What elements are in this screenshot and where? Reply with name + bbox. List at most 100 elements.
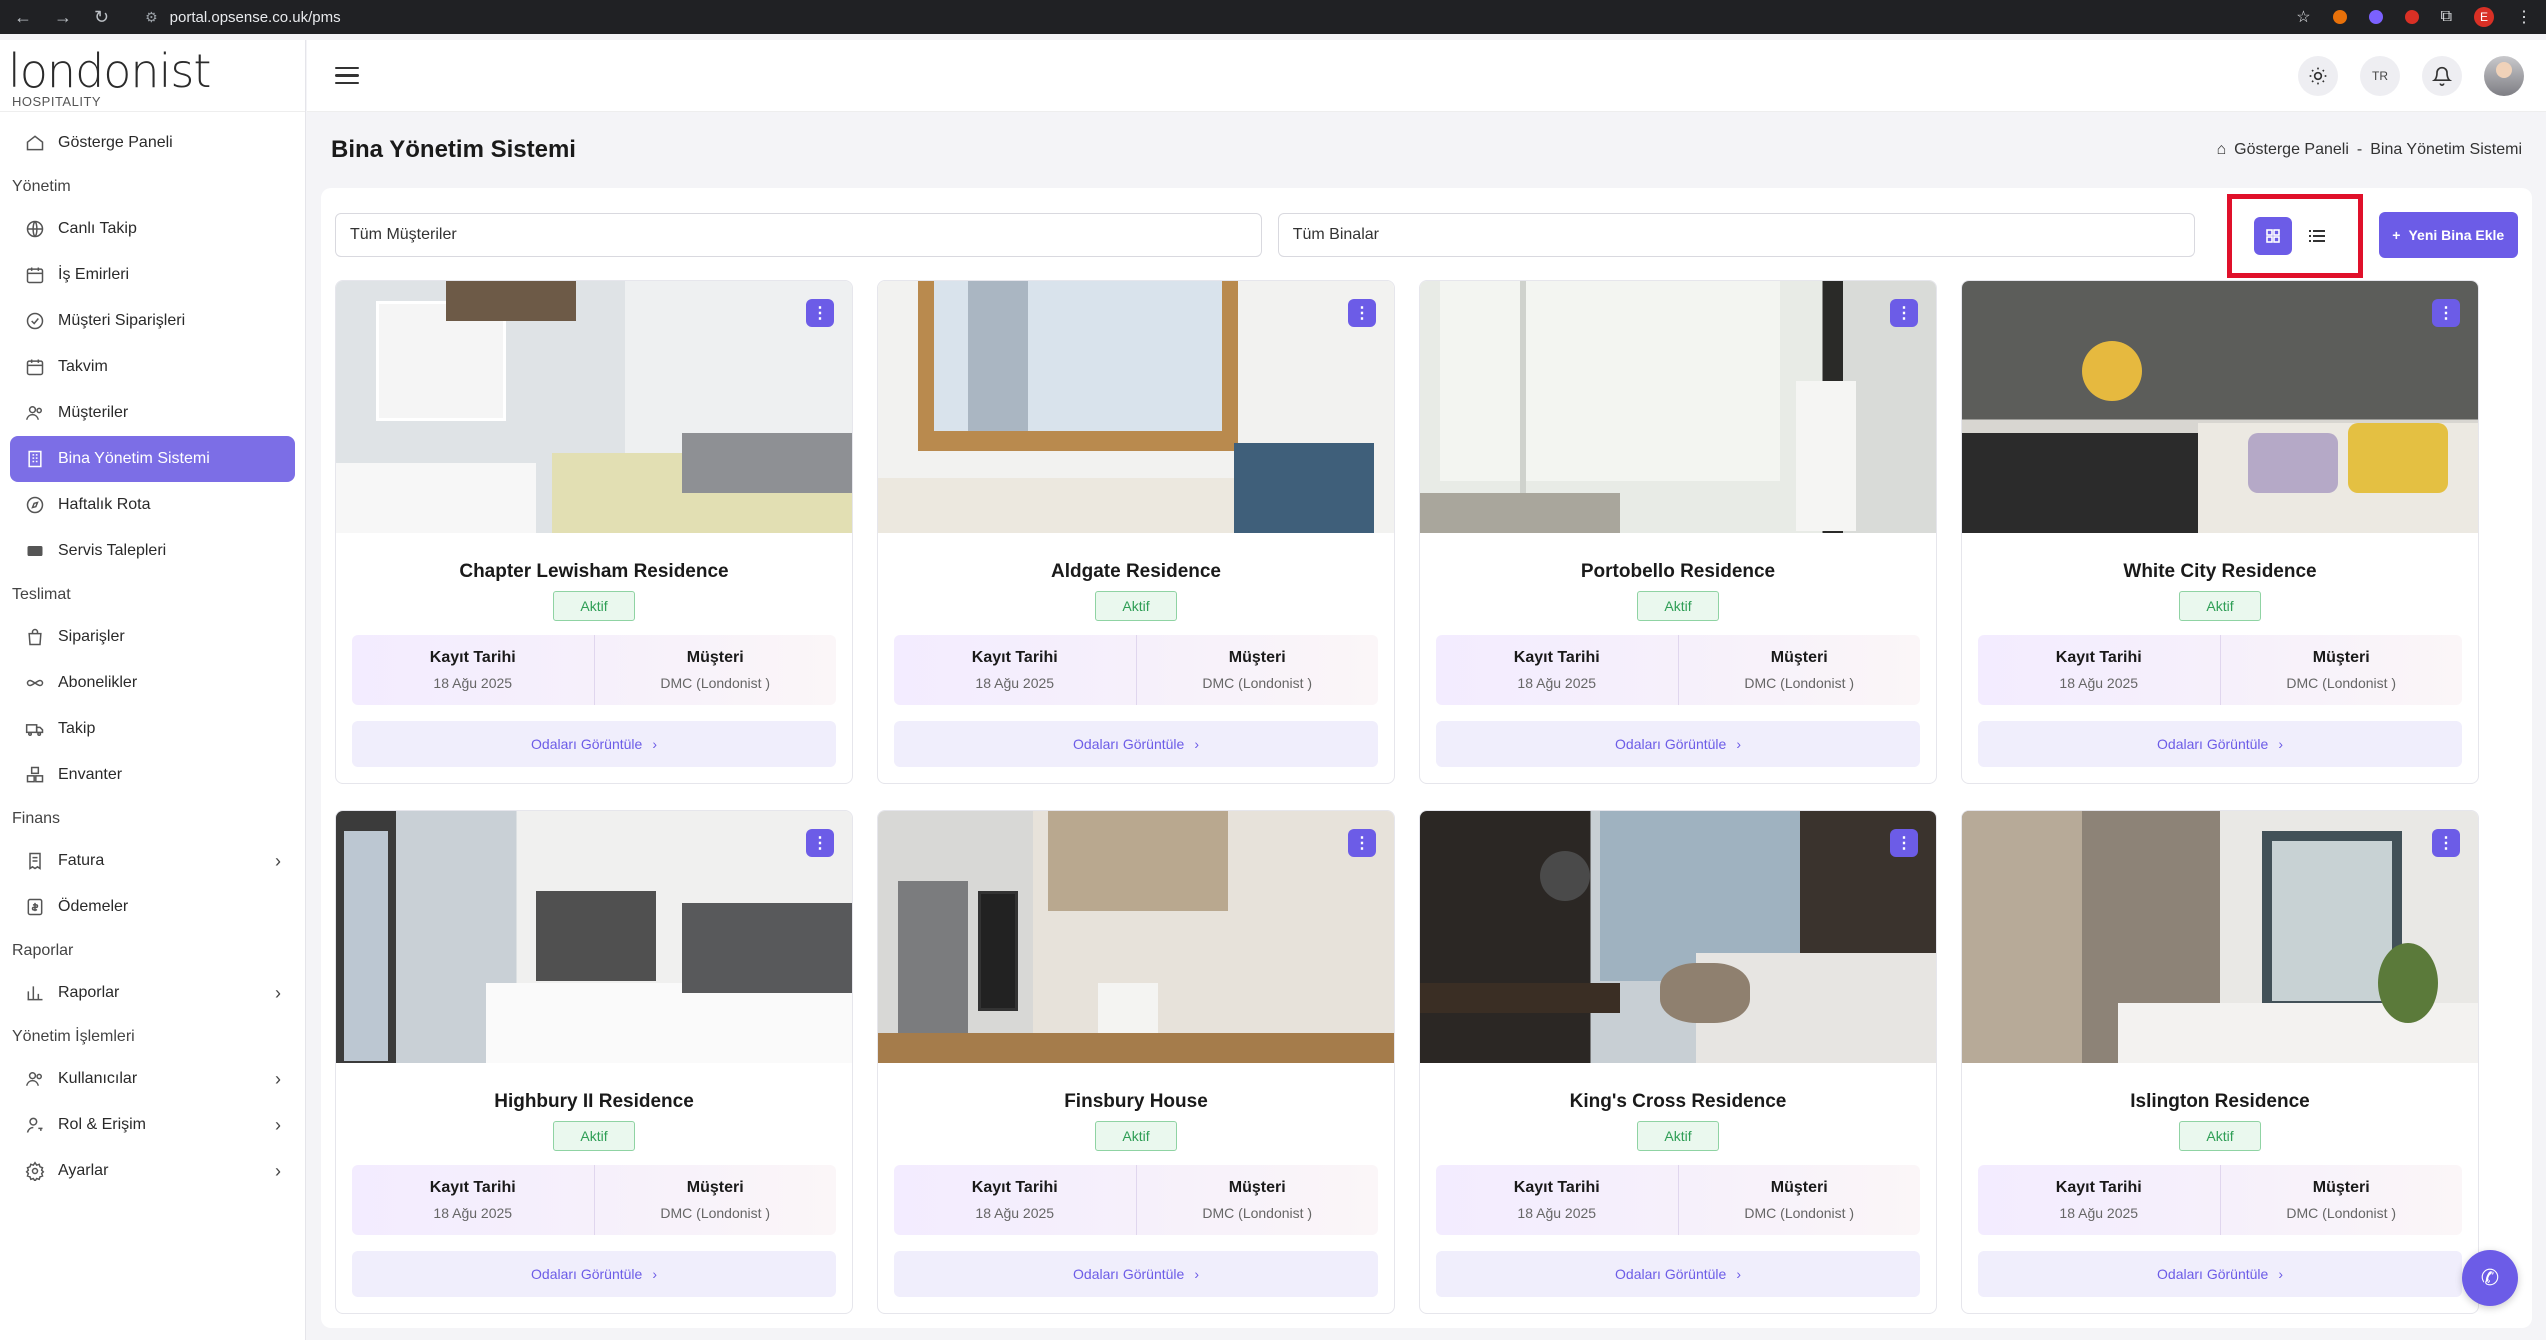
view-rooms-button[interactable]: Odaları Görüntüle ›	[352, 1251, 836, 1297]
brand-logo[interactable]: londonist HOSPITALITY	[0, 40, 305, 112]
registration-date: Kayıt Tarihi 18 Ağu 2025	[1978, 635, 2220, 705]
chevron-right-icon: ›	[275, 1068, 281, 1089]
bookmark-star-icon[interactable]: ☆	[2296, 7, 2310, 27]
more-options-icon[interactable]: ⋮	[1890, 299, 1918, 327]
view-rooms-button[interactable]: Odaları Görüntüle ›	[1978, 1251, 2462, 1297]
globe-icon	[24, 218, 46, 240]
breadcrumb: ⌂ Gösterge Paneli - Bina Yönetim Sistemi	[2216, 141, 2522, 159]
status-badge: Aktif	[553, 1121, 635, 1151]
extension-icon[interactable]	[2368, 10, 2383, 24]
building-photo[interactable]: ⋮	[878, 811, 1394, 1063]
more-options-icon[interactable]: ⋮	[1348, 829, 1376, 857]
sidebar-section-heading: Finans	[12, 810, 61, 827]
sidebar-item[interactable]: Canlı Takip	[10, 206, 295, 252]
view-rooms-label: Odaları Görüntüle	[2157, 736, 2269, 752]
sidebar-item[interactable]: Fatura ›	[10, 838, 295, 884]
sidebar-item[interactable]: Takip	[10, 706, 295, 752]
sidebar-item[interactable]: Rol & Erişim ›	[10, 1102, 295, 1148]
sidebar-item[interactable]: Kullanıcılar ›	[10, 1056, 295, 1102]
sidebar-item[interactable]: Gösterge Paneli	[10, 120, 295, 166]
calendar-icon	[24, 356, 46, 378]
sidebar-item[interactable]: Siparişler	[10, 614, 295, 660]
more-options-icon[interactable]: ⋮	[1890, 829, 1918, 857]
chevron-right-icon: ›	[652, 1266, 657, 1282]
sidebar-item[interactable]: Envanter	[10, 752, 295, 798]
sidebar-item[interactable]: Bina Yönetim Sistemi	[10, 436, 295, 482]
hamburger-menu-icon[interactable]	[335, 66, 359, 85]
building-photo[interactable]: ⋮	[878, 281, 1394, 533]
sidebar-item[interactable]: Müşteriler	[10, 390, 295, 436]
building-filter-select[interactable]: Tüm Binalar	[1277, 213, 2195, 257]
building-photo[interactable]: ⋮	[1962, 811, 2478, 1063]
extension-icon[interactable]	[2332, 10, 2347, 24]
browser-menu-icon[interactable]: ⋮	[2516, 7, 2532, 27]
site-settings-icon[interactable]: ⚙	[145, 9, 158, 26]
customer-filter-select[interactable]: Tüm Müşteriler	[335, 213, 1262, 257]
phone-call-fab-icon[interactable]: ✆	[2462, 1250, 2518, 1306]
sidebar-item-label: Gösterge Paneli	[58, 134, 173, 151]
more-options-icon[interactable]: ⋮	[2432, 829, 2460, 857]
address-bar[interactable]: ⚙ portal.opsense.co.uk/pms	[145, 9, 341, 26]
breadcrumb-home[interactable]: Gösterge Paneli	[2234, 141, 2349, 159]
back-icon[interactable]: ←	[14, 7, 32, 28]
more-options-icon[interactable]: ⋮	[806, 299, 834, 327]
grid-view-icon[interactable]	[2253, 217, 2292, 255]
extension-icon[interactable]	[2404, 10, 2419, 24]
sidebar-item-label: Envanter	[58, 766, 123, 783]
list-view-icon[interactable]	[2297, 217, 2336, 255]
sidebar-item[interactable]: İş Emirleri	[10, 252, 295, 298]
profile-avatar[interactable]: E	[2474, 7, 2494, 27]
users-icon	[24, 1068, 46, 1090]
registration-date-value: 18 Ağu 2025	[1517, 675, 1597, 691]
theme-toggle-sun-icon[interactable]	[2298, 55, 2338, 96]
view-rooms-button[interactable]: Odaları Görüntüle ›	[894, 1251, 1378, 1297]
url-text[interactable]: portal.opsense.co.uk/pms	[170, 9, 341, 26]
sidebar-item[interactable]: Abonelikler	[10, 660, 295, 706]
building-photo[interactable]: ⋮	[1420, 281, 1936, 533]
sidebar-item[interactable]: Ödemeler	[10, 884, 295, 930]
language-button[interactable]: TR	[2360, 55, 2400, 96]
customer-value: DMC (Londonist )	[2286, 1205, 2397, 1221]
sidebar-item-label: Müşteriler	[58, 404, 129, 421]
sidebar-item[interactable]: Haftalık Rota	[10, 482, 295, 528]
sidebar-item-label: Haftalık Rota	[58, 496, 151, 513]
building-photo[interactable]: ⋮	[1420, 811, 1936, 1063]
building-photo[interactable]: ⋮	[336, 811, 852, 1063]
user-avatar[interactable]	[2484, 55, 2524, 96]
add-building-button[interactable]: + Yeni Bina Ekle	[2378, 212, 2518, 258]
view-rooms-button[interactable]: Odaları Görüntüle ›	[1978, 721, 2462, 767]
view-rooms-label: Odaları Görüntüle	[1615, 1266, 1727, 1282]
sidebar-item[interactable]: Raporlar ›	[10, 970, 295, 1016]
building-photo[interactable]: ⋮	[336, 281, 852, 533]
sidebar-menu: Gösterge Paneli Yönetim Canlı Takip İş Emir…	[0, 112, 305, 1194]
forward-icon[interactable]: →	[54, 7, 72, 28]
customer-info: Müşteri DMC (Londonist )	[1135, 635, 1379, 705]
browser-toolbar: ← → ↻ ⚙ portal.opsense.co.uk/pms ☆ ⧉ E ⋮	[0, 0, 2546, 34]
view-rooms-button[interactable]: Odaları Görüntüle ›	[1436, 1251, 1920, 1297]
more-options-icon[interactable]: ⋮	[1348, 299, 1376, 327]
add-building-label: Yeni Bina Ekle	[2408, 227, 2505, 243]
reload-icon[interactable]: ↻	[94, 7, 109, 28]
building-photo[interactable]: ⋮	[1962, 281, 2478, 533]
more-options-icon[interactable]: ⋮	[2432, 299, 2460, 327]
sidebar-item-label: Abonelikler	[58, 674, 138, 691]
sidebar-item[interactable]: Ayarlar ›	[10, 1148, 295, 1194]
status-badge: Aktif	[2179, 1121, 2261, 1151]
view-rooms-button[interactable]: Odaları Görüntüle ›	[352, 721, 836, 767]
filter-bar: Tüm Müşteriler Tüm Binalar + Yeni Bina E…	[321, 188, 2532, 278]
sidebar-item[interactable]: Müşteri Siparişleri	[10, 298, 295, 344]
sidebar-item[interactable]: Servis Talepleri	[10, 528, 295, 574]
more-options-icon[interactable]: ⋮	[806, 829, 834, 857]
customer-label: Müşteri	[686, 649, 744, 666]
customer-label: Müşteri	[1228, 1179, 1286, 1196]
view-rooms-button[interactable]: Odaları Görüntüle ›	[894, 721, 1378, 767]
sidebar-item[interactable]: Takvim	[10, 344, 295, 390]
registration-date-label: Kayıt Tarihi	[971, 1179, 1058, 1196]
view-rooms-button[interactable]: Odaları Görüntüle ›	[1436, 721, 1920, 767]
top-bar: TR	[307, 40, 2546, 112]
extensions-puzzle-icon[interactable]: ⧉	[2441, 8, 2452, 26]
view-rooms-label: Odaları Görüntüle	[1615, 736, 1727, 752]
customer-info: Müşteri DMC (Londonist )	[2219, 1165, 2463, 1235]
bell-icon[interactable]	[2422, 55, 2462, 96]
customer-label: Müşteri	[2312, 649, 2370, 666]
